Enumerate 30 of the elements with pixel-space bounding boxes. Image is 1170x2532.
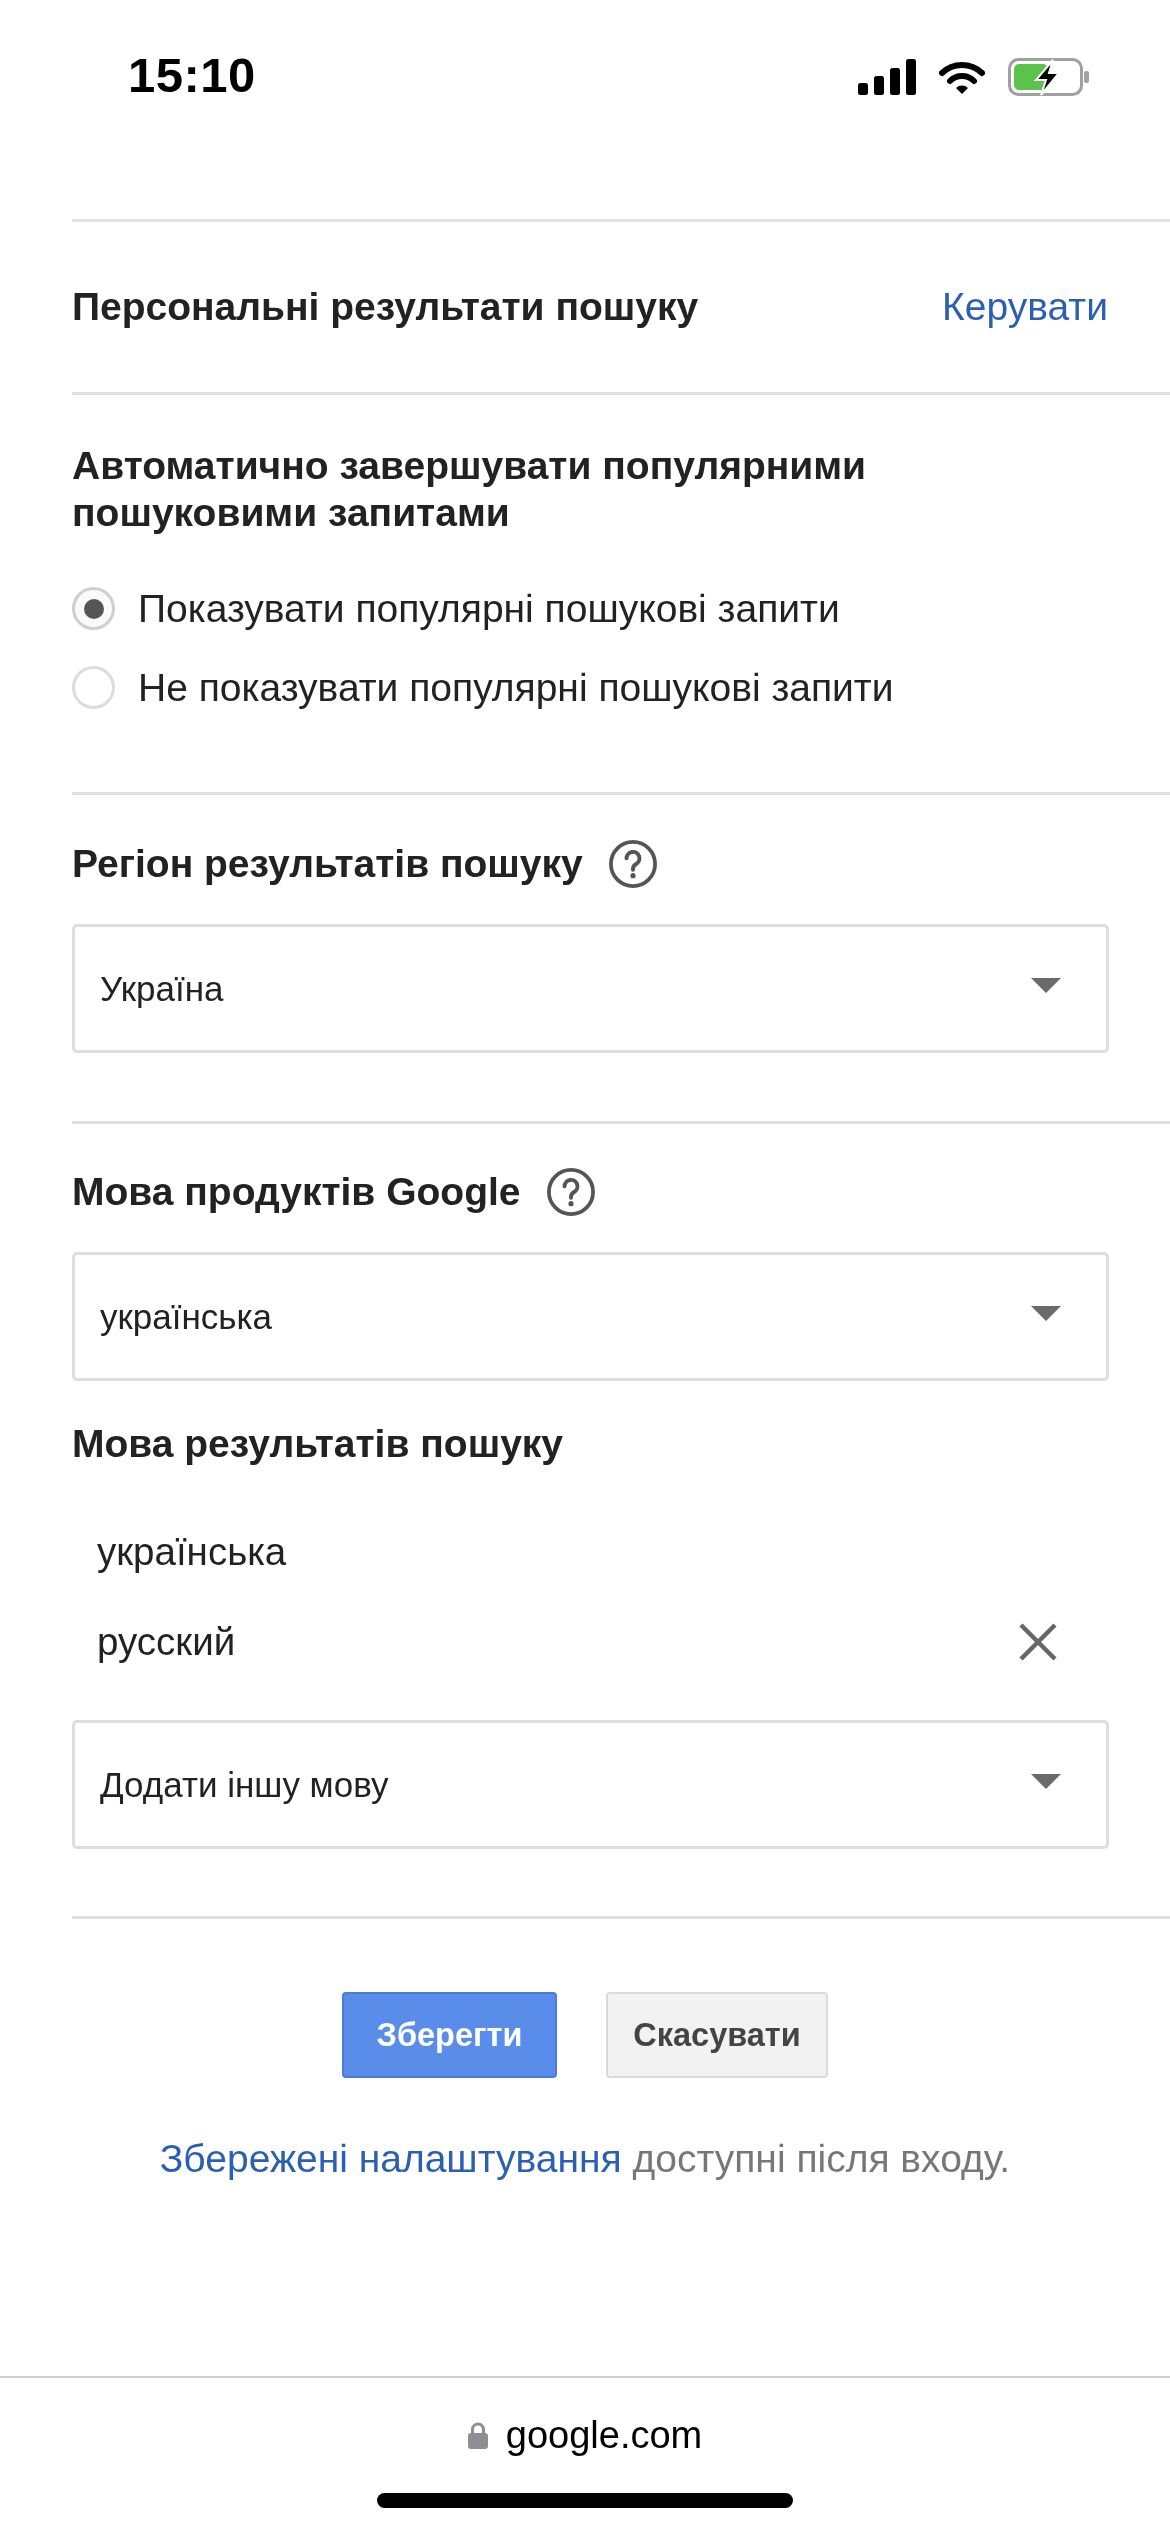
option-label[interactable]: Не показувати популярні пошукові запити bbox=[138, 665, 894, 710]
section-title: Персональні результати пошуку bbox=[72, 284, 699, 330]
battery-icon bbox=[1008, 58, 1090, 96]
radio-button[interactable] bbox=[72, 587, 115, 630]
wifi-icon bbox=[938, 59, 986, 95]
lock-icon bbox=[467, 2421, 488, 2449]
section-title: Регіон результатів пошуку bbox=[72, 841, 583, 887]
help-icon[interactable] bbox=[545, 1167, 596, 1217]
help-icon[interactable] bbox=[607, 839, 658, 889]
add-language-dropdown[interactable]: Додати іншу мову bbox=[72, 1720, 1109, 1849]
caret-icon bbox=[1031, 978, 1061, 993]
close-icon[interactable] bbox=[1018, 1622, 1058, 1662]
status-time: 15:10 bbox=[128, 47, 256, 103]
language-item: українська bbox=[97, 1530, 287, 1574]
caret-icon bbox=[1031, 1774, 1061, 1789]
signal-icon bbox=[858, 59, 916, 95]
saved-settings-link[interactable]: Збережені налаштування bbox=[159, 2137, 622, 2180]
section-title: Мова результатів пошуку bbox=[72, 1421, 565, 1467]
url-text[interactable]: google.com bbox=[505, 2413, 703, 2457]
section-title: Автоматично завершувати популярними пошуковими запитами bbox=[72, 443, 868, 536]
region-dropdown[interactable]: Україна bbox=[72, 924, 1109, 1053]
language-dropdown[interactable]: українська bbox=[72, 1252, 1109, 1381]
cancel-button[interactable]: Скасувати bbox=[606, 1992, 828, 2078]
manage-link[interactable]: Керувати bbox=[942, 285, 1108, 329]
radio-button[interactable] bbox=[72, 666, 115, 709]
section-title: Мова продуктів Google bbox=[72, 1169, 521, 1215]
sign-in-note: Збережені налаштування доступні після входу. bbox=[158, 2136, 1012, 2182]
option-label[interactable]: Показувати популярні пошукові запити bbox=[138, 586, 840, 631]
language-item: русский bbox=[97, 1620, 236, 1664]
caret-icon bbox=[1031, 1306, 1061, 1321]
